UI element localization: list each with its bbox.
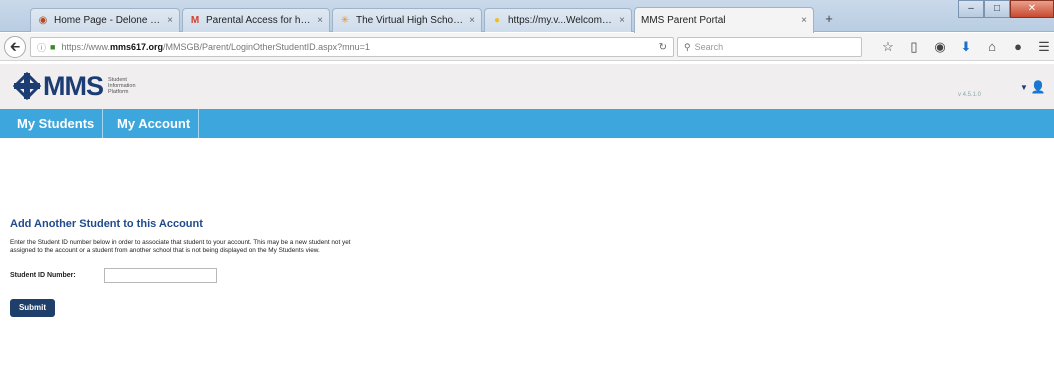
window-close-button[interactable]: ✕ bbox=[1010, 0, 1054, 18]
maximize-button[interactable]: □ bbox=[984, 0, 1010, 18]
search-placeholder: Search bbox=[694, 42, 724, 52]
url-path: /MMSGB/Parent/LoginOtherStudentID.aspx?m… bbox=[163, 42, 370, 52]
mms-logo[interactable]: MMS Student Information Platform bbox=[12, 71, 136, 101]
reading-list-icon[interactable]: ▯ bbox=[906, 39, 922, 55]
address-bar[interactable]: ⓘ ■ https://www. mms617.org /MMSGB/Paren… bbox=[30, 37, 674, 57]
student-id-row: Student ID Number: bbox=[10, 268, 710, 283]
student-id-label: Student ID Number: bbox=[10, 272, 76, 279]
search-box[interactable]: ⚲ Search bbox=[677, 37, 862, 57]
submit-button[interactable]: Submit bbox=[10, 299, 55, 317]
browser-nav-bar: 🡰 ⓘ ■ https://www. mms617.org /MMSGB/Par… bbox=[0, 33, 1054, 61]
minimize-button[interactable]: – bbox=[958, 0, 984, 18]
student-id-input[interactable] bbox=[104, 268, 217, 283]
tab-title: Home Page - Delone Cath... bbox=[54, 15, 161, 26]
back-arrow-icon: 🡰 bbox=[9, 39, 21, 54]
user-icon: 👤 bbox=[1030, 80, 1046, 94]
close-icon[interactable]: × bbox=[619, 15, 625, 26]
menu-my-account[interactable]: My Account bbox=[109, 109, 200, 138]
close-icon[interactable]: × bbox=[801, 15, 807, 26]
new-tab-button[interactable]: + bbox=[820, 10, 838, 28]
tab-title: The Virtual High School O... bbox=[356, 15, 463, 26]
tab-mms-parent-portal[interactable]: MMS Parent Portal × bbox=[634, 7, 814, 33]
back-button[interactable]: 🡰 bbox=[4, 36, 26, 58]
add-student-form: Add Another Student to this Account Ente… bbox=[10, 218, 710, 317]
app-version: v 4.5.1.0 bbox=[958, 92, 982, 98]
toolbar-icons: ☆ ▯ ◉ ⬇ ⌂ ● ☰ bbox=[880, 39, 1052, 55]
app-header: MMS Student Information Platform v 4.5.1… bbox=[0, 64, 1054, 109]
main-menu: My Students My Account bbox=[0, 109, 1054, 138]
user-menu-button[interactable]: ▼ 👤 bbox=[1020, 80, 1046, 94]
page-title: Add Another Student to this Account bbox=[10, 218, 203, 230]
tab-title: Parental Access for https://... bbox=[206, 15, 312, 26]
bulb-icon: ● bbox=[493, 15, 501, 26]
tab-virtual-high-school[interactable]: ✳ The Virtual High School O... × bbox=[332, 8, 482, 32]
logo-wordmark: MMS bbox=[43, 71, 104, 101]
tab-parental-access[interactable]: M Parental Access for https://... × bbox=[182, 8, 330, 32]
logo-tagline: Student Information Platform bbox=[108, 77, 136, 95]
tab-title: https://my.v...Welcome.aspx bbox=[508, 15, 613, 26]
globe-icon: ◉ bbox=[38, 15, 48, 26]
gmail-icon: M bbox=[190, 15, 200, 26]
chevron-down-icon: ▼ bbox=[1020, 83, 1028, 93]
close-icon[interactable]: × bbox=[167, 15, 173, 26]
tab-welcome[interactable]: ● https://my.v...Welcome.aspx × bbox=[484, 8, 632, 32]
menu-icon[interactable]: ☰ bbox=[1036, 39, 1052, 55]
pocket-icon[interactable]: ◉ bbox=[932, 39, 948, 55]
menu-my-students[interactable]: My Students bbox=[9, 109, 104, 138]
tab-home-page[interactable]: ◉ Home Page - Delone Cath... × bbox=[30, 8, 180, 32]
close-icon[interactable]: × bbox=[317, 15, 323, 26]
bookmark-star-icon[interactable]: ☆ bbox=[880, 39, 896, 55]
window-controls: – □ ✕ bbox=[958, 0, 1054, 20]
logo-mark-icon bbox=[12, 71, 42, 101]
close-icon[interactable]: × bbox=[469, 15, 475, 26]
tab-title: MMS Parent Portal bbox=[641, 15, 726, 26]
lock-icon: ■ bbox=[50, 42, 56, 52]
url-host: mms617.org bbox=[109, 42, 163, 52]
search-icon: ⚲ bbox=[684, 41, 691, 52]
info-icon[interactable]: ⓘ bbox=[37, 41, 46, 54]
reload-icon[interactable]: ↻ bbox=[659, 42, 667, 53]
vhs-icon: ✳ bbox=[340, 15, 350, 26]
home-icon[interactable]: ⌂ bbox=[984, 39, 1000, 55]
page-description: Enter the Student ID number below in ord… bbox=[10, 239, 351, 254]
browser-tab-strip: ◉ Home Page - Delone Cath... × M Parenta… bbox=[0, 0, 1054, 33]
chat-icon[interactable]: ● bbox=[1010, 39, 1026, 55]
url-prefix: https://www. bbox=[61, 42, 110, 52]
download-icon[interactable]: ⬇ bbox=[958, 39, 974, 55]
